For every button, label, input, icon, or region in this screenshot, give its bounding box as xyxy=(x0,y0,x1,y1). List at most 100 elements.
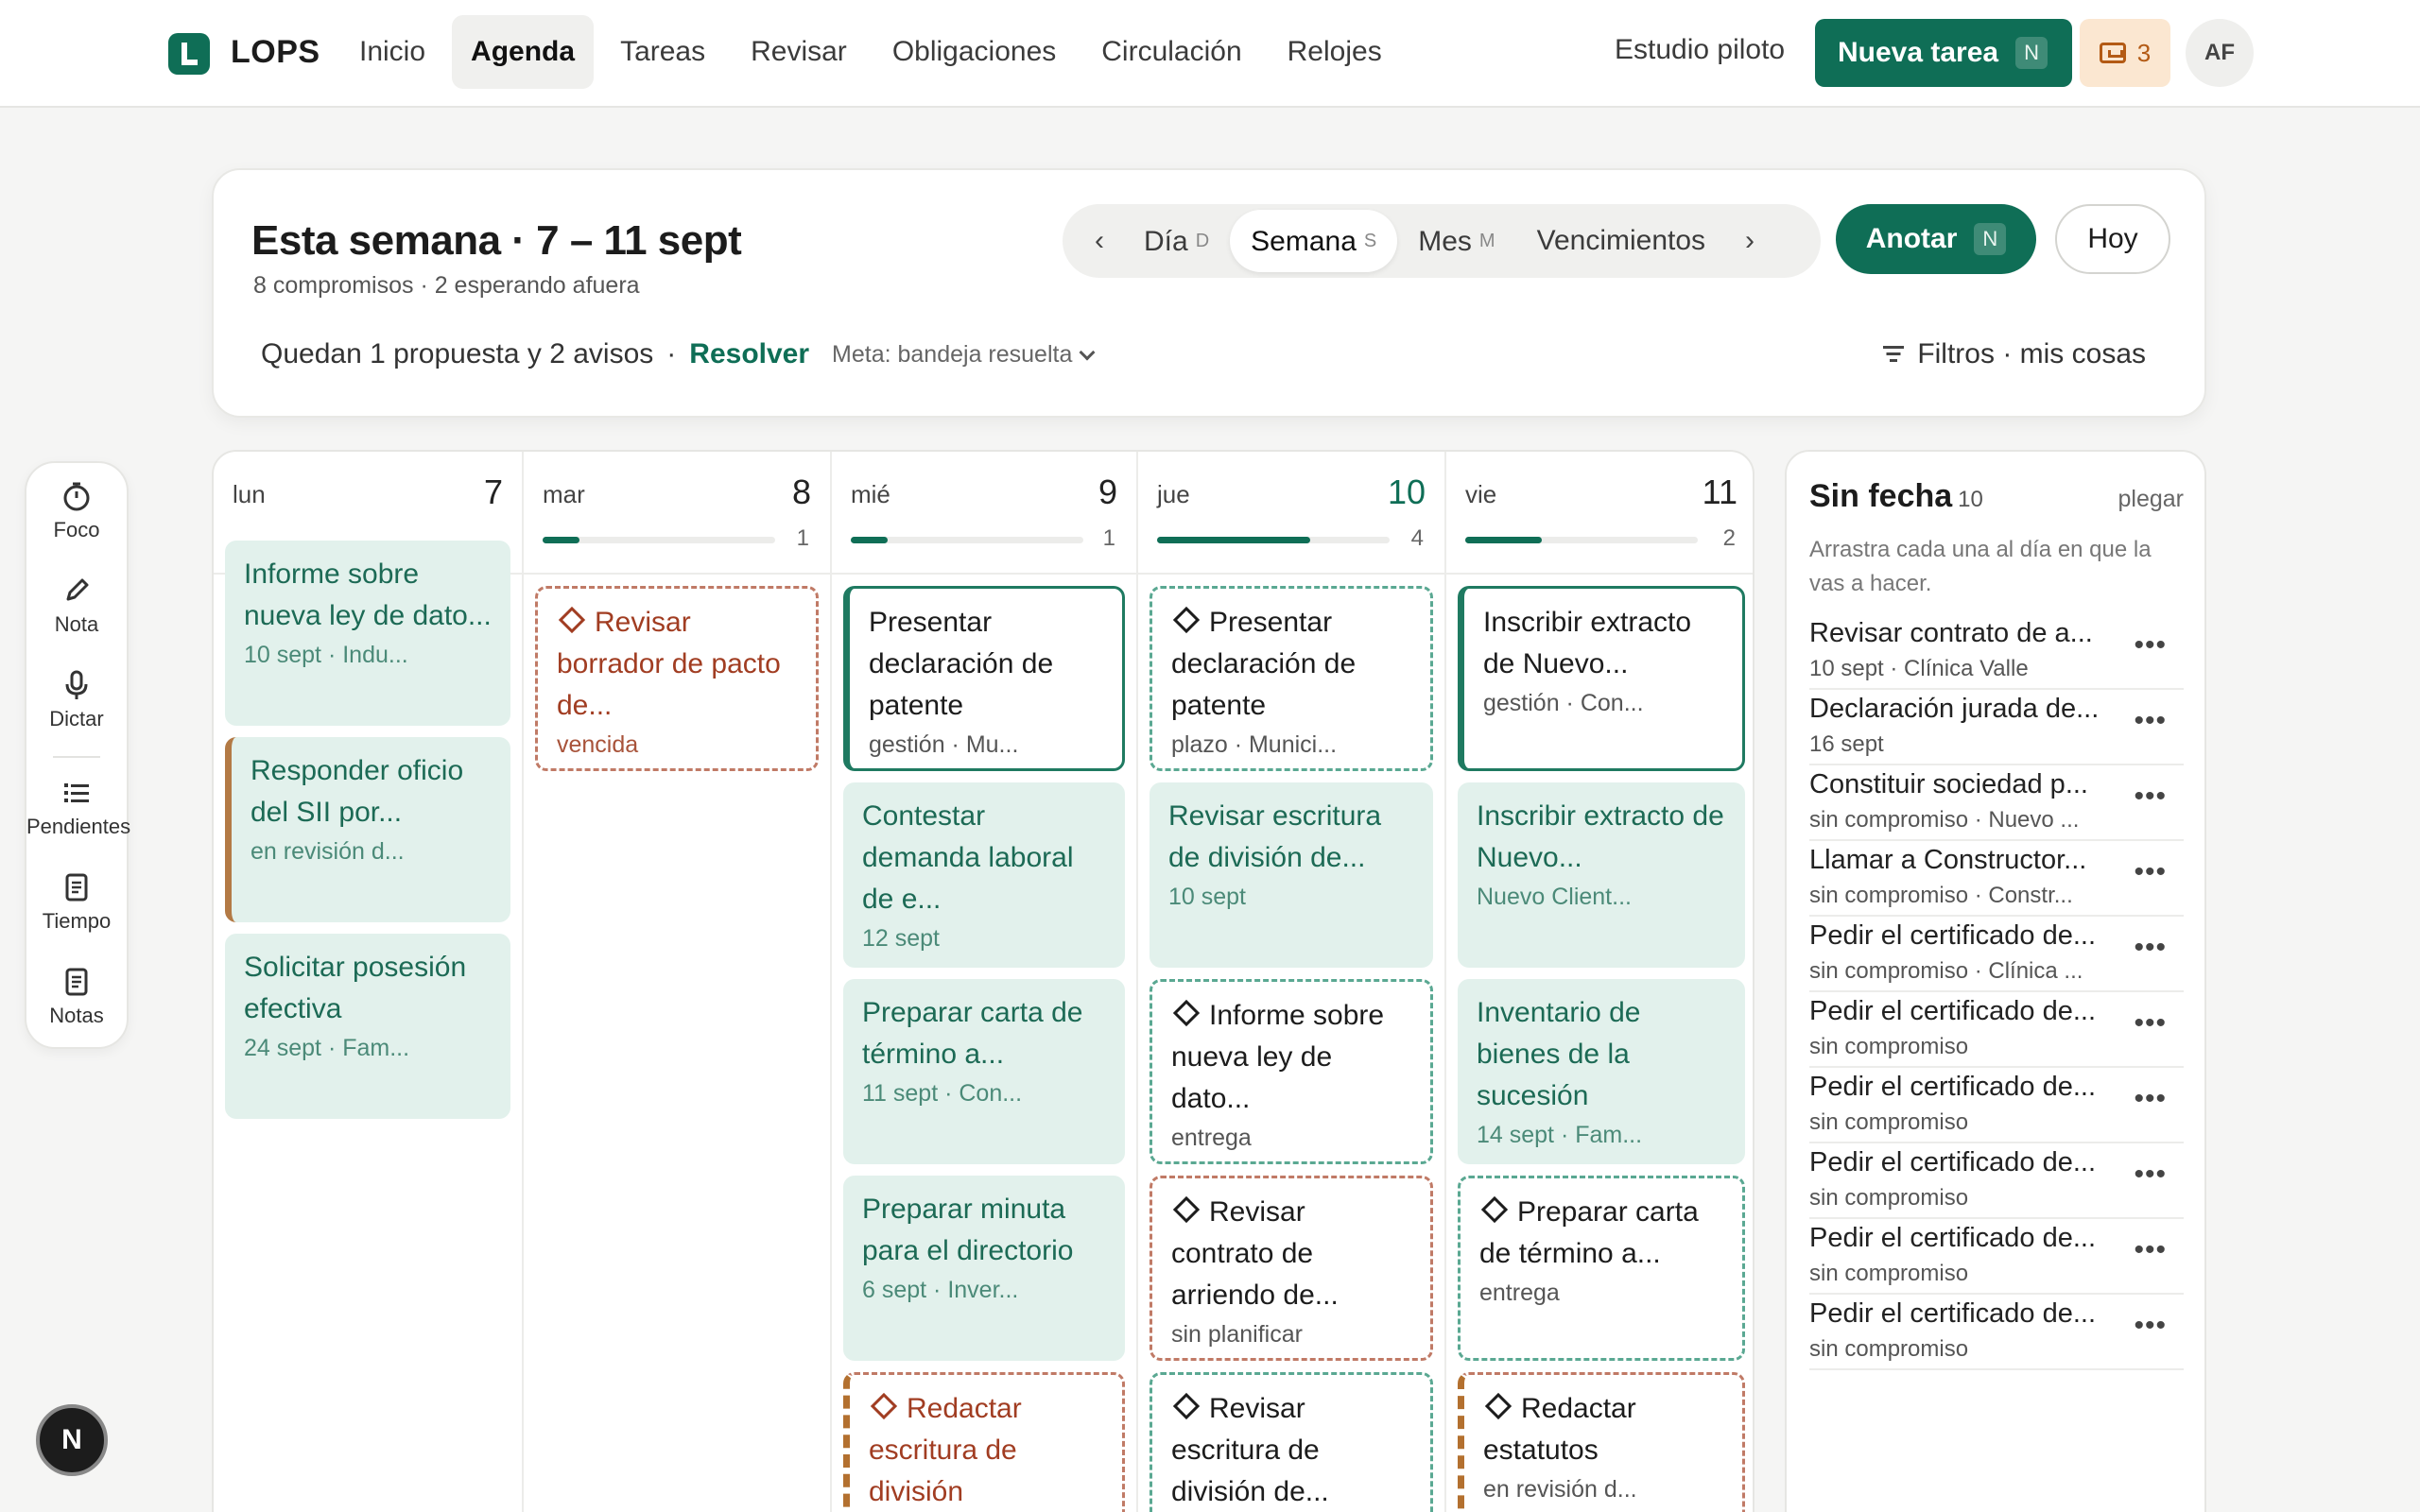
separator: · xyxy=(666,338,677,369)
more-options-icon[interactable]: ••• xyxy=(2134,1234,2167,1266)
rail-item-pendientes[interactable]: Pendientes xyxy=(26,777,130,839)
more-options-icon[interactable]: ••• xyxy=(2134,1007,2167,1040)
logo-icon[interactable] xyxy=(168,33,210,75)
top-navigation-bar: LOPS Inicio Agenda Tareas Revisar Obliga… xyxy=(0,0,2420,108)
nav-item-tareas[interactable]: Tareas xyxy=(601,15,724,89)
task-card[interactable]: Preparar carta de término a... 11 sept · … xyxy=(843,979,1125,1164)
undated-item[interactable]: Revisar contrato de a... 10 sept · Clínic… xyxy=(1809,614,2184,690)
brand-name[interactable]: LOPS xyxy=(231,34,320,71)
view-week-option[interactable]: Semana S xyxy=(1230,210,1398,272)
day-column-lun[interactable]: lun 7 Informe sobre nueva ley de dato... 10… xyxy=(214,452,524,1512)
more-options-icon[interactable]: ••• xyxy=(2134,856,2167,888)
undated-item-meta: sin compromiso xyxy=(1809,1261,1969,1286)
more-options-icon[interactable]: ••• xyxy=(2134,1159,2167,1191)
task-card[interactable]: Presentar declaración de patente gestión … xyxy=(843,586,1125,771)
task-card[interactable]: Informe sobre nueva ley de dato... 10 sep… xyxy=(225,541,510,726)
rail-item-notas[interactable]: Notas xyxy=(26,966,127,1028)
new-task-button[interactable]: Nueva tarea N xyxy=(1815,19,2072,87)
undated-item[interactable]: Pedir el certificado de... sin compromiso… xyxy=(1809,1143,2184,1219)
task-meta: en revisión d... xyxy=(251,838,405,865)
task-card[interactable]: Solicitar posesión efectiva 24 sept · Fam… xyxy=(225,934,510,1119)
undated-item[interactable]: Declaración jurada de... 16 sept ••• xyxy=(1809,690,2184,765)
view-deadlines-option[interactable]: Vencimientos xyxy=(1516,210,1726,272)
task-title: Preparar carta de término a... xyxy=(1479,1195,1699,1269)
day-name: jue xyxy=(1157,480,1190,508)
diamond-icon xyxy=(1172,606,1201,634)
rail-label: Notas xyxy=(49,1004,104,1027)
undated-item[interactable]: Llamar a Constructor... sin compromiso · … xyxy=(1809,841,2184,917)
task-card[interactable]: Revisar escritura de división de... 10 se… xyxy=(1150,782,1433,968)
task-card[interactable]: Revisar borrador de pacto de... vencida xyxy=(535,586,819,771)
workspace-switcher[interactable]: Estudio piloto xyxy=(1615,34,1785,66)
task-card[interactable]: Redactar estatutos en revisión d... xyxy=(1458,1372,1745,1512)
task-card[interactable]: Inscribir extracto de Nuevo... Nuevo Clie… xyxy=(1458,782,1745,968)
task-card[interactable]: Informe sobre nueva ley de dato... entreg… xyxy=(1150,979,1433,1164)
resolve-link[interactable]: Resolver xyxy=(689,338,809,370)
day-name: mié xyxy=(851,480,890,508)
filter-icon xyxy=(1883,346,1905,363)
rail-item-tiempo[interactable]: Tiempo xyxy=(26,871,127,934)
undated-item-meta: 10 sept · Clínica Valle xyxy=(1809,656,2029,681)
inbox-button[interactable]: 3 xyxy=(2080,19,2170,87)
more-options-icon[interactable]: ••• xyxy=(2134,932,2167,964)
floating-action-button[interactable]: N xyxy=(36,1404,108,1476)
undated-item[interactable]: Constituir sociedad p... sin compromiso ·… xyxy=(1809,765,2184,841)
task-card[interactable]: Revisar escritura de división de... xyxy=(1150,1372,1433,1512)
day-number: 8 xyxy=(791,472,811,511)
more-options-icon[interactable]: ••• xyxy=(2134,629,2167,662)
today-button[interactable]: Hoy xyxy=(2055,204,2170,274)
view-day-option[interactable]: Día D xyxy=(1123,210,1230,272)
task-title: Inscribir extracto de Nuevo... xyxy=(1483,607,1692,679)
day-column-mié[interactable]: mié 9 1 Presentar declaración de patente ges… xyxy=(832,452,1138,1512)
nav-item-agenda[interactable]: Agenda xyxy=(452,15,595,89)
undated-item-meta: sin compromiso · Constr... xyxy=(1809,883,2073,908)
day-column-mar[interactable]: mar 8 1 Revisar borrador de pacto de... venc… xyxy=(524,452,832,1512)
avatar[interactable]: AF xyxy=(2186,19,2254,87)
more-options-icon[interactable]: ••• xyxy=(2134,1310,2167,1342)
task-title: Informe sobre nueva ley de dato... xyxy=(244,558,492,631)
more-options-icon[interactable]: ••• xyxy=(2134,705,2167,737)
goal-dropdown[interactable]: Meta: bandeja resuelta xyxy=(832,341,1096,369)
chevron-right-icon[interactable]: › xyxy=(1726,225,1773,257)
rail-item-foco[interactable]: Foco xyxy=(26,480,127,542)
filters-button[interactable]: Filtros · mis cosas xyxy=(1883,338,2146,370)
filters-label: Filtros · mis cosas xyxy=(1917,338,2146,369)
undated-item[interactable]: Pedir el certificado de... sin compromiso… xyxy=(1809,992,2184,1068)
rail-item-nota[interactable]: Nota xyxy=(26,575,127,637)
task-card[interactable]: Contestar demanda laboral de e... 12 sept xyxy=(843,782,1125,968)
nav-item-relojes[interactable]: Relojes xyxy=(1269,15,1401,89)
fold-button[interactable]: plegar xyxy=(2118,486,2185,513)
undated-item-title: Pedir el certificado de... xyxy=(1809,1147,2097,1177)
day-column-vie[interactable]: vie 11 2 Inscribir extracto de Nuevo... gest… xyxy=(1446,452,1753,1512)
task-card[interactable]: Revisar contrato de arriendo de... sin pl… xyxy=(1150,1176,1433,1361)
diamond-icon xyxy=(1172,1195,1201,1224)
nav-item-revisar[interactable]: Revisar xyxy=(732,15,866,89)
task-card[interactable]: Inventario de bienes de la sucesión 14 se… xyxy=(1458,979,1745,1164)
task-card[interactable]: Preparar minuta para el directorio 6 sept… xyxy=(843,1176,1125,1361)
day-name: vie xyxy=(1465,480,1497,508)
undated-item[interactable]: Pedir el certificado de... sin compromiso… xyxy=(1809,1219,2184,1295)
task-card[interactable]: Responder oficio del SII por... en revisi… xyxy=(225,737,510,922)
undated-item[interactable]: Pedir el certificado de... sin compromiso… xyxy=(1809,1068,2184,1143)
undated-item[interactable]: Pedir el certificado de... sin compromiso… xyxy=(1809,917,2184,992)
task-card[interactable]: Presentar declaración de patente plazo · … xyxy=(1150,586,1433,771)
annotate-button[interactable]: Anotar N xyxy=(1836,204,2036,274)
task-card[interactable]: Inscribir extracto de Nuevo... gestión · … xyxy=(1458,586,1745,771)
more-options-icon[interactable]: ••• xyxy=(2134,1083,2167,1115)
view-month-option[interactable]: Mes M xyxy=(1397,210,1515,272)
nav-item-inicio[interactable]: Inicio xyxy=(340,15,444,89)
day-column-jue[interactable]: jue 10 4 Presentar declaración de patente pl… xyxy=(1138,452,1446,1512)
undated-item[interactable]: Pedir el certificado de... sin compromiso… xyxy=(1809,1295,2184,1370)
more-options-icon[interactable]: ••• xyxy=(2134,781,2167,813)
undated-item-meta: sin compromiso xyxy=(1809,1109,1969,1135)
task-card[interactable]: Preparar carta de término a... entrega xyxy=(1458,1176,1745,1361)
chevron-left-icon[interactable]: ‹ xyxy=(1076,225,1123,257)
nav-item-obligaciones[interactable]: Obligaciones xyxy=(873,15,1075,89)
task-card[interactable]: Redactar escritura de división xyxy=(843,1372,1125,1512)
rail-item-dictar[interactable]: Dictar xyxy=(26,669,127,731)
task-meta: en revisión d... xyxy=(1483,1476,1637,1503)
nav-item-circulacion[interactable]: Circulación xyxy=(1082,15,1260,89)
undated-panel: Sin fecha 10 plegar Arrastra cada una al … xyxy=(1785,450,2206,1512)
task-meta: gestión · Con... xyxy=(1483,690,1644,716)
task-meta: entrega xyxy=(1479,1280,1560,1306)
